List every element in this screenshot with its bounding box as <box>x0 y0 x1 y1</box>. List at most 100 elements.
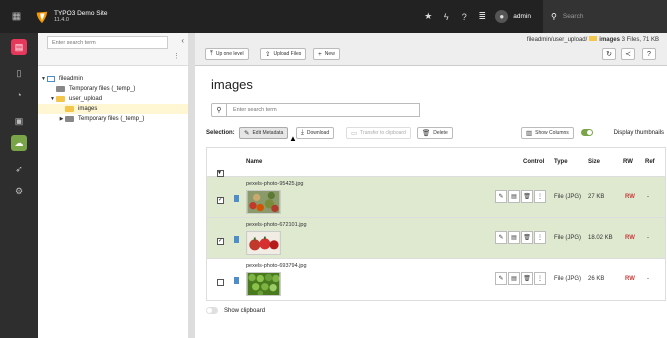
help-icon: ? <box>647 50 651 58</box>
refresh-button[interactable]: ↻ <box>602 48 616 60</box>
row-controls: ✎ ▤ 🗑 ⋮ <box>495 190 547 203</box>
column-name[interactable]: Name <box>246 159 262 165</box>
tree-node-fileadmin[interactable]: ▼ fileadmin <box>38 74 188 84</box>
chevron-left-icon[interactable]: ‹ <box>181 36 184 45</box>
system-info-icon[interactable]: ≣ <box>473 11 491 22</box>
info-icon[interactable]: ▤ <box>508 190 520 203</box>
columns-icon: ▥ <box>526 130 533 137</box>
pencil-icon[interactable]: ✎ <box>495 190 507 203</box>
module-settings[interactable]: ⚙ <box>0 180 38 202</box>
globe-icon: ◔ <box>16 90 22 100</box>
file-references: - <box>647 276 649 282</box>
row-checkbox[interactable] <box>217 237 224 245</box>
show-columns-label: Show Columns <box>535 130 569 136</box>
doc-header: fileadmin/user_upload/images 3 Files, 71… <box>195 33 667 66</box>
file-name[interactable]: pexels-photo-693794.jpg <box>246 263 307 269</box>
file-type: File (JPG) <box>554 194 581 200</box>
help-button[interactable]: ? <box>642 48 656 60</box>
table-row[interactable]: pexels-photo-95425.jpg ✎ ▤ 🗑 ⋮ File (JPG… <box>207 177 665 218</box>
more-vertical-icon[interactable]: ⋮ <box>534 272 546 285</box>
trash-icon[interactable]: 🗑 <box>521 231 533 244</box>
rocket-icon: ➶ <box>15 163 23 174</box>
tree-search-input[interactable] <box>47 36 168 49</box>
table-row[interactable]: pexels-photo-693794.jpg ✎ ▤ 🗑 ⋮ File (JP… <box>207 259 665 300</box>
info-icon[interactable]: ▤ <box>508 231 520 244</box>
module-filelist[interactable]: ☁ <box>0 132 38 154</box>
share-button[interactable]: ≺ <box>621 48 635 60</box>
upload-files-button[interactable]: ⇪ Upload Files <box>260 48 307 60</box>
pencil-icon[interactable]: ✎ <box>495 272 507 285</box>
grid-icon[interactable]: ▦ <box>0 0 33 33</box>
new-button[interactable]: + New <box>313 48 340 60</box>
trash-icon[interactable]: 🗑 <box>521 272 533 285</box>
global-search[interactable]: ⚲ Search <box>543 0 667 33</box>
module-view[interactable]: ▯ <box>0 62 38 84</box>
panel-splitter[interactable] <box>188 33 195 338</box>
module-list[interactable]: ◔ <box>0 84 38 106</box>
search-icon[interactable]: ⚲ <box>211 103 227 117</box>
caret-down-icon[interactable]: ▼ <box>49 96 56 102</box>
more-vertical-icon[interactable]: ⋮ <box>534 231 546 244</box>
typo3-logo-icon[interactable] <box>35 10 49 24</box>
column-ref[interactable]: Ref <box>645 159 655 165</box>
tree-node-user-upload[interactable]: ▼ user_upload <box>38 94 188 104</box>
tree-node-images[interactable]: images <box>38 104 188 114</box>
download-button[interactable]: ⤓ Download <box>296 127 335 139</box>
file-name[interactable]: pexels-photo-95425.jpg <box>246 181 304 187</box>
module-menu: ▤ ▯ ◔ ▣ ☁ ➶ ⚙ <box>0 33 38 338</box>
pencil-icon[interactable]: ✎ <box>495 231 507 244</box>
tree-node-temp-sub[interactable]: ▶ Temporary files (_temp_) <box>38 114 188 124</box>
table-header: ▼ Name Control Type Size RW Ref <box>207 148 665 177</box>
caret-down-icon[interactable]: ▼ <box>40 76 47 82</box>
trash-icon[interactable]: 🗑 <box>521 190 533 203</box>
module-page[interactable]: ▤ <box>0 36 38 58</box>
show-columns-button[interactable]: ▥ Show Columns <box>521 127 574 139</box>
help-icon[interactable]: ? <box>455 12 473 22</box>
trash-icon: 🗑 <box>422 130 431 137</box>
gear-icon: ⚙ <box>14 185 24 196</box>
up-one-level-button[interactable]: ⤒ Up one level <box>205 48 249 60</box>
show-clipboard-toggle[interactable] <box>206 307 218 314</box>
more-vertical-icon[interactable]: ⋮ <box>173 52 180 60</box>
top-bar-actions: ★ ϟ ? ≣ ● admin ⚲ Search <box>419 0 667 33</box>
user-menu[interactable]: ● admin <box>495 10 531 23</box>
file-search-input[interactable] <box>227 103 420 117</box>
thumbnail-image[interactable] <box>246 272 281 296</box>
row-checkbox[interactable] <box>217 279 224 286</box>
breadcrumb: fileadmin/user_upload/images 3 Files, 71… <box>527 36 659 43</box>
table-row[interactable]: pexels-photo-672101.jpg ✎ ▤ 🗑 ⋮ File (JP… <box>207 218 665 259</box>
column-control: Control <box>523 159 545 165</box>
row-checkbox[interactable] <box>217 196 224 204</box>
edit-metadata-button[interactable]: ✎ Edit Metadata <box>239 127 289 139</box>
thumbnail-image[interactable] <box>246 231 281 255</box>
transfer-to-clipboard-button[interactable]: ▭ Transfer to clipboard <box>346 127 411 139</box>
file-references: - <box>647 194 649 200</box>
column-type[interactable]: Type <box>554 159 568 165</box>
tree-node-temp[interactable]: Temporary files (_temp_) <box>38 84 188 94</box>
thumbnail-image[interactable] <box>246 190 281 214</box>
display-thumbnails-toggle[interactable] <box>581 129 593 136</box>
folder-icon <box>56 86 65 92</box>
delete-button[interactable]: 🗑 Delete <box>417 127 453 139</box>
caret-right-icon[interactable]: ▶ <box>58 116 65 122</box>
file-references: - <box>647 235 649 241</box>
module-forms[interactable]: ▣ <box>0 110 38 132</box>
top-bar: ▦ TYPO3 Demo Site 11.4.0 ★ ϟ ? ≣ ● admin… <box>0 0 667 33</box>
module-extensions[interactable]: ➶ <box>0 158 38 180</box>
storage-icon <box>47 76 55 82</box>
file-name[interactable]: pexels-photo-672101.jpg <box>246 222 307 228</box>
path-current: images <box>599 37 620 43</box>
folder-icon <box>56 96 65 102</box>
file-table: ▼ Name Control Type Size RW Ref pexels-p… <box>206 147 666 301</box>
file-type: File (JPG) <box>554 235 581 241</box>
show-clipboard: Show clipboard <box>206 307 265 314</box>
column-size[interactable]: Size <box>588 159 600 165</box>
tree-toolbar: ‹ ⋮ <box>38 33 188 66</box>
info-icon[interactable]: ▤ <box>508 272 520 285</box>
site-info[interactable]: TYPO3 Demo Site 11.4.0 <box>54 10 107 24</box>
star-icon[interactable]: ★ <box>419 11 437 22</box>
form-icon: ▣ <box>14 115 24 126</box>
column-rw[interactable]: RW <box>623 159 633 165</box>
flash-icon[interactable]: ϟ <box>437 12 455 22</box>
more-vertical-icon[interactable]: ⋮ <box>534 190 546 203</box>
